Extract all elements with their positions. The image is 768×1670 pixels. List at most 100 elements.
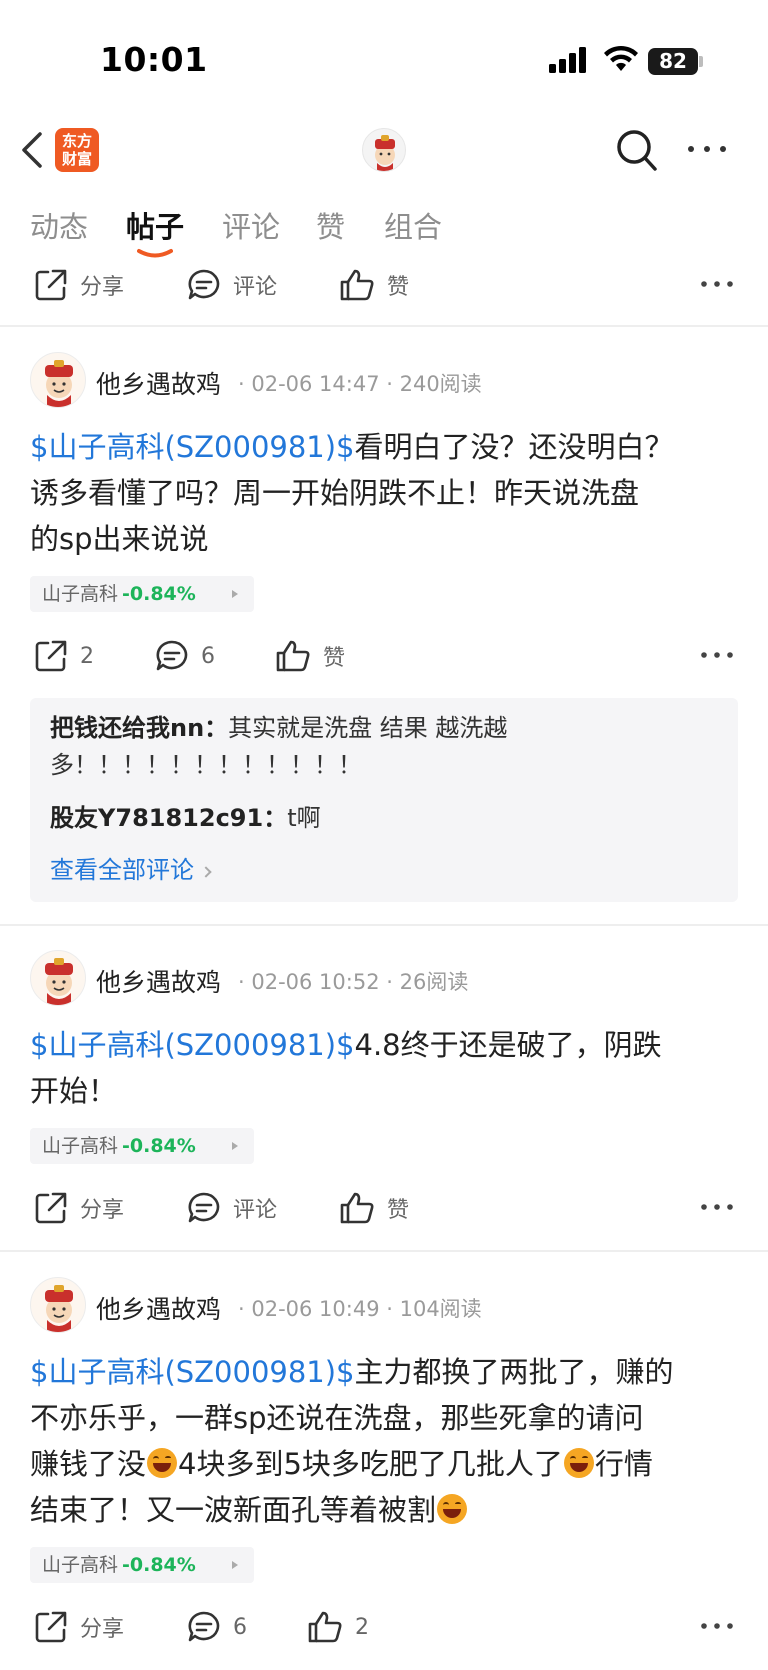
view-all-comments-link[interactable]: 查看全部评论: [50, 850, 212, 885]
post-text: 结束了！又一波新面孔等着被割: [30, 1493, 437, 1527]
more-dots-icon[interactable]: [700, 273, 734, 295]
stock-tag-link[interactable]: $山子高科(SZ000981)$: [30, 1355, 355, 1389]
comment-label: 评论: [233, 275, 278, 300]
post-actions: 2 6 赞: [0, 634, 768, 678]
stock-quote-chip[interactable]: 山子高科 -0.84%: [30, 1128, 254, 1164]
nav-bar: 东方 财富: [0, 112, 768, 188]
author-avatar[interactable]: [30, 352, 86, 408]
post-meta: · 02-06 10:52 · 26阅读: [238, 970, 469, 994]
tab-portfolio[interactable]: 组合: [384, 204, 442, 246]
post-actions: 分享 评论 赞: [0, 263, 768, 307]
status-bar: 10:01 82: [0, 0, 768, 110]
post-body[interactable]: $山子高科(SZ000981)$4.8终于还是破了，阴跌 开始！: [30, 1022, 740, 1114]
battery-cap: [699, 56, 703, 67]
tab-posts[interactable]: 帖子: [126, 204, 184, 246]
like-label: 赞: [387, 1198, 410, 1223]
comment-button[interactable]: 评论: [187, 263, 277, 307]
profile-tabs: 动态 帖子 评论 赞 组合: [0, 204, 768, 264]
chip-arrow-icon: [232, 1561, 238, 1569]
chevron-left-icon[interactable]: [18, 130, 48, 170]
like-button[interactable]: 2: [307, 1605, 369, 1649]
post-text: 开始！: [30, 1074, 118, 1108]
share-button[interactable]: 分享: [34, 1605, 124, 1649]
tab-comments[interactable]: 评论: [222, 204, 280, 246]
share-label: 分享: [80, 275, 125, 300]
comment-button[interactable]: 6: [155, 634, 215, 678]
comment-text: 其实就是洗盘 结果 越洗越: [228, 714, 508, 742]
wifi-icon: [604, 45, 638, 71]
active-tab-indicator: [137, 249, 173, 258]
comment-text: 多！！！！！！！！！！！！: [50, 751, 362, 779]
post-text: 不亦乐乎，一群sp还说在洗盘，那些死拿的请问: [30, 1401, 644, 1435]
comment-text: t啊: [287, 804, 321, 832]
caishen-avatar-icon: [45, 1285, 73, 1332]
post-text: 主力都换了两批了，赚的: [354, 1355, 674, 1389]
chip-stock-name: 山子高科: [42, 1135, 119, 1157]
chip-change-percent: -0.84%: [122, 1135, 196, 1157]
stock-quote-chip[interactable]: 山子高科 -0.84%: [30, 1547, 254, 1583]
thumbs-up-icon: [276, 640, 310, 672]
post-actions: 分享 6 2: [0, 1605, 768, 1649]
more-dots-icon[interactable]: [700, 1615, 734, 1637]
more-dots-icon[interactable]: [685, 134, 729, 164]
post-actions: 分享 评论 赞: [0, 1186, 768, 1230]
comment-item: 股友Y781812c91：t啊: [50, 800, 321, 837]
comment-count: 6: [201, 643, 215, 669]
brand-logo[interactable]: 东方 财富: [55, 128, 99, 172]
comments-preview[interactable]: 把钱还给我nn：其实就是洗盘 结果 越洗越 多！！！！！！！！！！！！ 股友Y7…: [30, 698, 738, 902]
thumbs-up-icon: [340, 1192, 374, 1224]
comment-button[interactable]: 评论: [187, 1186, 277, 1230]
post-body[interactable]: $山子高科(SZ000981)$主力都换了两批了，赚的 不亦乐乎，一群sp还说在…: [30, 1349, 740, 1533]
stock-tag-link[interactable]: $山子高科(SZ000981)$: [30, 1028, 355, 1062]
battery-indicator: 82: [648, 48, 698, 75]
thumbs-up-icon: [340, 269, 374, 301]
post-text: 的sp出来说说: [30, 522, 209, 556]
logo-line-2: 财富: [61, 150, 92, 168]
author-name[interactable]: 他乡遇故鸡: [96, 365, 221, 401]
stock-tag-link[interactable]: $山子高科(SZ000981)$: [30, 430, 355, 464]
chip-stock-name: 山子高科: [42, 583, 119, 605]
post-header: 他乡遇故鸡 · 02-06 10:49 · 104阅读: [30, 1277, 750, 1333]
like-button[interactable]: 赞: [339, 263, 409, 307]
share-button[interactable]: 2: [34, 634, 94, 678]
post-text: 诱多看懂了吗？周一开始阴跌不止！昨天说洗盘: [30, 476, 640, 510]
stock-quote-chip[interactable]: 山子高科 -0.84%: [30, 576, 254, 612]
comment-bubble-icon: [188, 269, 220, 300]
status-time: 10:01: [100, 40, 208, 79]
chip-stock-name: 山子高科: [42, 1554, 119, 1576]
comment-user[interactable]: 股友Y781812c91：: [50, 804, 287, 832]
thumbs-up-icon: [308, 1611, 342, 1643]
post-meta: · 02-06 10:49 · 104阅读: [238, 1297, 482, 1321]
tab-dynamic[interactable]: 动态: [30, 204, 88, 246]
share-button[interactable]: 分享: [34, 263, 124, 307]
like-button[interactable]: 赞: [339, 1186, 409, 1230]
post-header: 他乡遇故鸡 · 02-06 10:52 · 26阅读: [30, 950, 750, 1006]
more-dots-icon[interactable]: [700, 644, 734, 666]
comment-bubble-icon: [188, 1611, 220, 1642]
comment-user[interactable]: 把钱还给我nn：: [50, 714, 228, 742]
author-name[interactable]: 他乡遇故鸡: [96, 1290, 221, 1326]
share-label: 分享: [80, 1198, 125, 1223]
logo-line-1: 东方: [61, 132, 92, 150]
more-dots-icon[interactable]: [700, 1196, 734, 1218]
like-button[interactable]: 赞: [275, 634, 345, 678]
divider: [0, 924, 768, 926]
post-body[interactable]: $山子高科(SZ000981)$看明白了没？还没明白？ 诱多看懂了吗？周一开始阴…: [30, 424, 740, 562]
post-text: 赚钱了没: [30, 1447, 147, 1481]
like-count: 2: [355, 1614, 369, 1640]
post-header: 他乡遇故鸡 · 02-06 14:47 · 240阅读: [30, 352, 750, 408]
comment-button[interactable]: 6: [187, 1605, 247, 1649]
share-icon: [35, 1611, 67, 1643]
profile-avatar[interactable]: [362, 128, 406, 172]
chip-change-percent: -0.84%: [122, 1554, 196, 1576]
author-name[interactable]: 他乡遇故鸡: [96, 963, 221, 999]
share-button[interactable]: 分享: [34, 1186, 124, 1230]
comment-count: 6: [233, 1614, 247, 1640]
author-avatar[interactable]: [30, 950, 86, 1006]
search-icon[interactable]: [615, 128, 659, 174]
author-avatar[interactable]: [30, 1277, 86, 1333]
laughing-emoji-icon: [437, 1494, 468, 1524]
caishen-avatar-icon: [45, 958, 73, 1005]
share-icon: [35, 1192, 67, 1224]
tab-likes[interactable]: 赞: [316, 204, 345, 246]
